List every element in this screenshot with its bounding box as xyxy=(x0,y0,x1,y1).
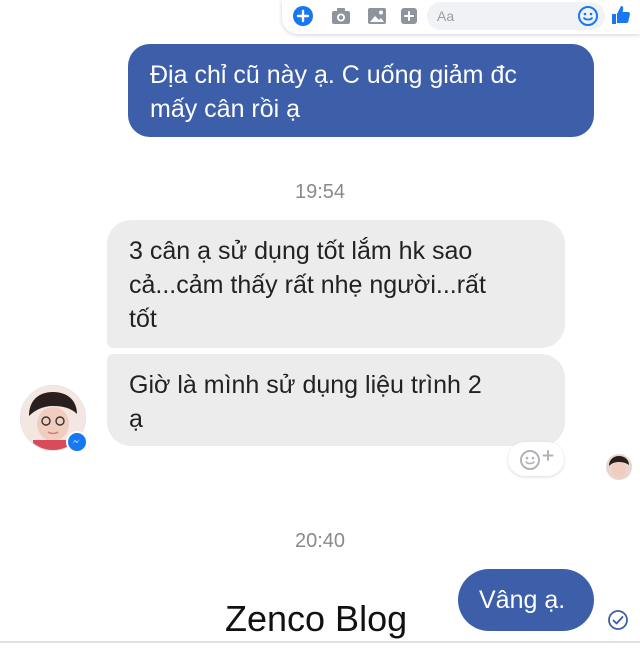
add-emoji-icon xyxy=(520,450,554,470)
message-input-placeholder: Aa xyxy=(437,8,455,24)
message-input[interactable]: Aa xyxy=(427,2,605,30)
timestamp: 19:54 xyxy=(294,181,346,203)
watermark-text: Zenco Blog xyxy=(225,598,408,639)
message-text-line: Vâng ạ. xyxy=(479,586,566,614)
like-icon[interactable] xyxy=(610,4,632,26)
message-bubble-outgoing[interactable]: Vâng ạ. xyxy=(458,569,594,631)
message-bubble-outgoing[interactable]: Địa chỉ cũ này ạ. C uống giảm đc mấy cân… xyxy=(128,44,594,137)
message-text-line: ạ xyxy=(129,405,143,433)
message-text-line: cả...cảm thấy rất nhẹ người...rất xyxy=(129,271,486,299)
message-composer: Aa xyxy=(282,0,640,34)
image-icon[interactable] xyxy=(366,5,388,27)
seen-avatar xyxy=(606,454,632,480)
message-bubble-incoming[interactable]: Giờ là mình sử dụng liệu trình 2 ạ xyxy=(107,354,565,446)
sticker-icon[interactable] xyxy=(398,5,420,27)
bottom-divider xyxy=(0,641,640,643)
plus-icon[interactable] xyxy=(292,5,314,27)
message-text-line: mấy cân rồi ạ xyxy=(150,95,301,123)
timestamp: 20:40 xyxy=(294,530,346,552)
message-bubble-incoming[interactable]: 3 cân ạ sử dụng tốt lắm hk sao cả...cảm … xyxy=(107,220,565,348)
message-text-line: Giờ là mình sử dụng liệu trình 2 xyxy=(129,371,482,399)
emoji-icon[interactable] xyxy=(577,5,599,32)
message-text-line: Địa chỉ cũ này ạ. C uống giảm đc xyxy=(150,61,517,89)
messenger-badge-icon xyxy=(66,431,88,453)
sent-check-icon xyxy=(607,609,629,631)
message-text-line: 3 cân ạ sử dụng tốt lắm hk sao xyxy=(129,237,473,265)
camera-icon[interactable] xyxy=(330,5,352,27)
message-text-line: tốt xyxy=(129,305,157,333)
add-reaction-button[interactable] xyxy=(508,442,564,476)
